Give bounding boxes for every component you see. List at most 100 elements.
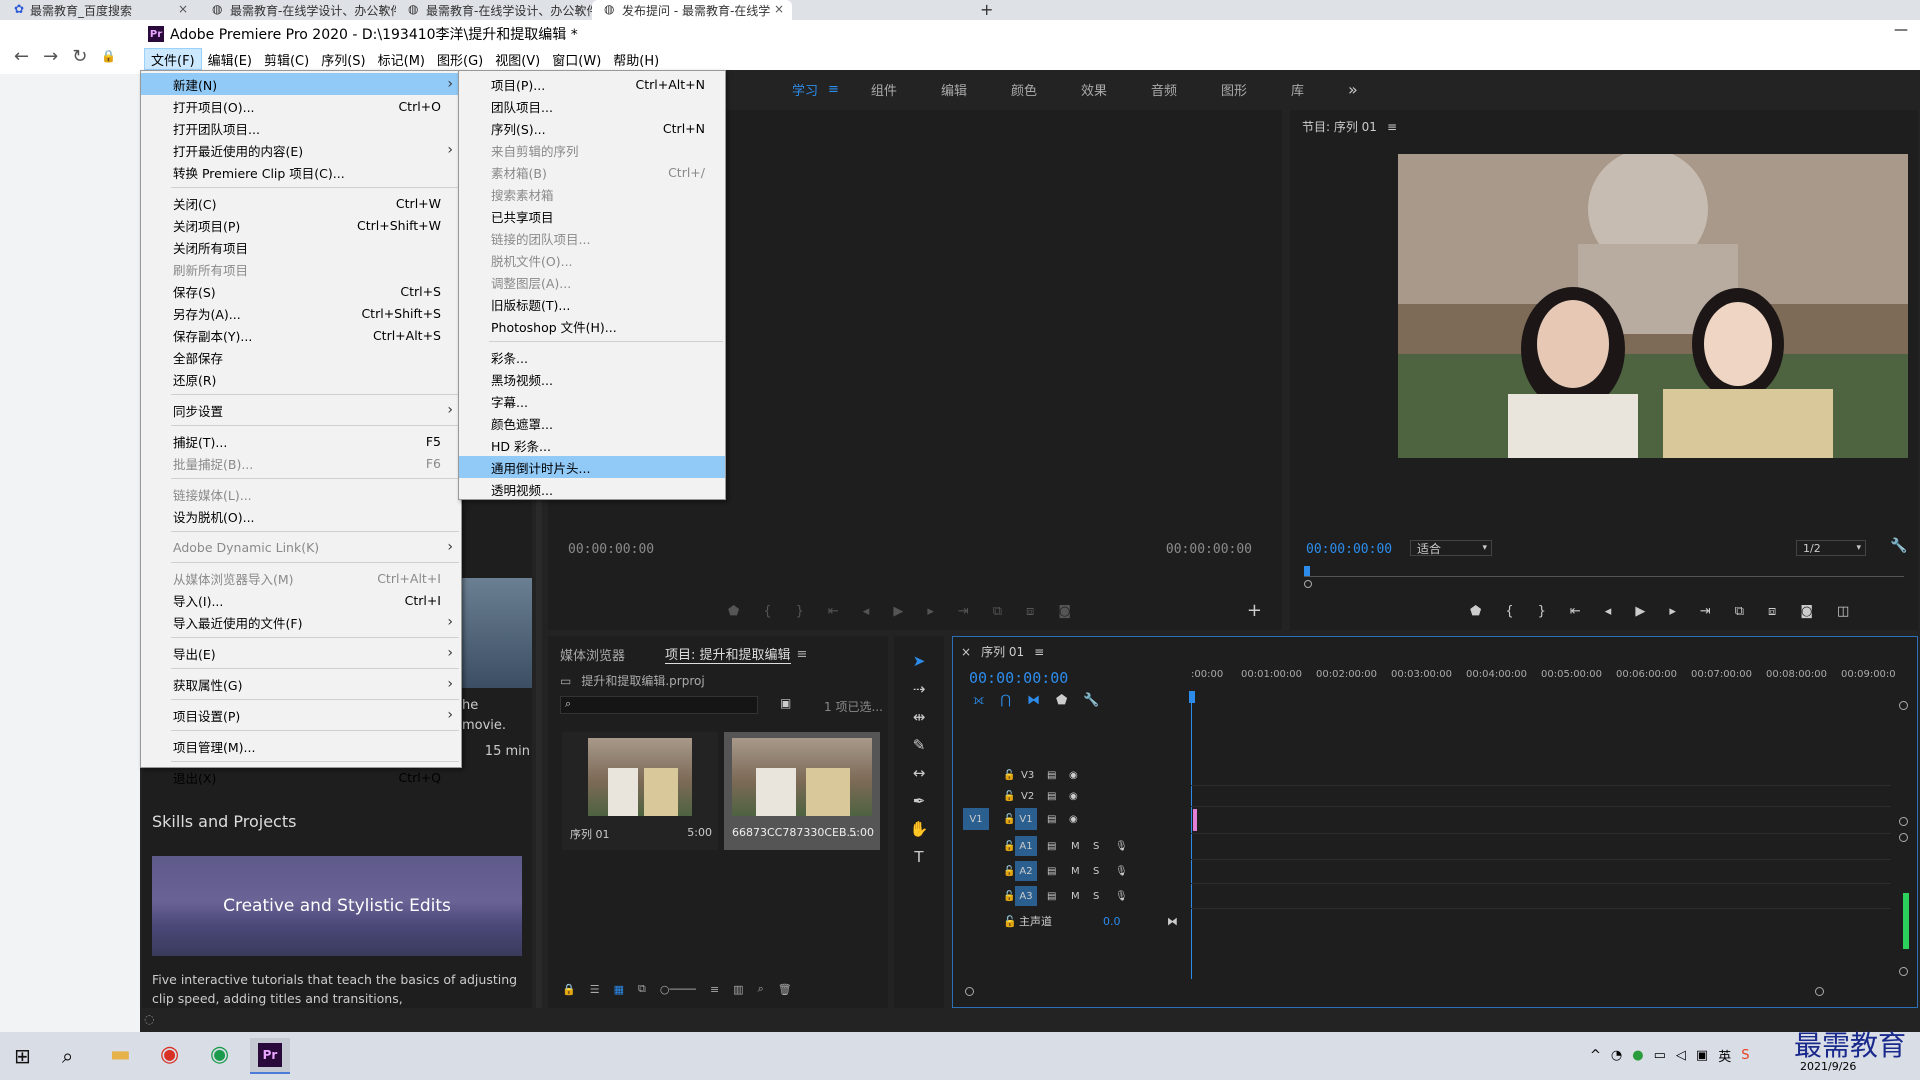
fit-dropdown[interactable]: 适合 ▾ <box>1410 540 1492 556</box>
file_menu-item[interactable]: 导出(E) › <box>141 642 461 664</box>
panel-menu-icon[interactable]: ≡ <box>1034 645 1044 659</box>
razor-tool-icon[interactable]: ✎ <box>913 736 926 754</box>
forward-icon[interactable]: → <box>43 46 58 67</box>
notification-icon[interactable]: ◔ <box>1611 1048 1622 1063</box>
file_menu-item[interactable]: 获取属性(G) › <box>141 673 461 695</box>
mute-button[interactable]: M <box>1071 866 1080 877</box>
workspace-libraries[interactable]: 库 <box>1291 80 1304 99</box>
track-select-tool-icon[interactable]: ⇢ <box>913 680 926 698</box>
wrench-icon[interactable]: 🔧 <box>1890 538 1907 554</box>
sync-icon[interactable]: ▤ <box>1047 791 1056 802</box>
file_menu-item[interactable]: 关闭(C) Ctrl+W <box>141 192 461 214</box>
premiere-taskbar-button[interactable]: Pr <box>250 1038 290 1074</box>
add-button-icon[interactable]: + <box>1247 600 1262 621</box>
workspace-graphics[interactable]: 图形 <box>1221 80 1247 99</box>
settings-wrench-icon[interactable]: 🔧 <box>1083 693 1099 708</box>
reload-icon[interactable]: ↻ <box>72 46 87 67</box>
file_menu-item[interactable]: 同步设置 › <box>141 399 461 421</box>
workspace-color[interactable]: 颜色 <box>1011 80 1037 99</box>
go-to-in-icon[interactable]: ⇤ <box>1570 604 1581 619</box>
file_menu-item[interactable]: 打开项目(O)... Ctrl+O <box>141 95 461 117</box>
mic-icon[interactable]: 🎙 <box>1115 891 1128 902</box>
file_menu-item[interactable]: 转换 Premiere Clip 项目(C)... <box>141 161 461 183</box>
step-back-icon[interactable]: ◂ <box>1605 604 1612 619</box>
go-to-out-icon[interactable]: ⇥ <box>958 604 969 619</box>
track-label[interactable]: A1 <box>1015 836 1037 856</box>
go-to-out-icon[interactable]: ⇥ <box>1700 604 1711 619</box>
file-explorer-icon[interactable]: ▬ <box>110 1042 131 1067</box>
linked-selection-icon[interactable]: ⧓ <box>1027 693 1040 708</box>
timeline-tab[interactable]: 序列 01 <box>981 643 1024 660</box>
close-icon[interactable]: × <box>961 645 971 659</box>
windows-start-icon[interactable]: ⊞ <box>14 1044 31 1068</box>
slip-tool-icon[interactable]: ↔ <box>913 764 926 782</box>
marker-icon[interactable]: ⬟ <box>1470 604 1481 619</box>
project-item[interactable]: 序列 01 5:00 <box>562 732 718 850</box>
timeline-horizontal-scrollbar[interactable] <box>965 987 1825 997</box>
track-label[interactable]: V1 <box>1015 808 1037 830</box>
menu-clip[interactable]: 剪辑(C) <box>258 48 315 70</box>
menu-edit[interactable]: 编辑(E) <box>202 48 258 70</box>
menu-file[interactable]: 文件(F) <box>144 48 202 70</box>
lock-icon[interactable]: 🔓 <box>1003 791 1015 802</box>
file_menu-item[interactable]: 全部保存 <box>141 346 461 368</box>
back-icon[interactable]: ← <box>14 46 29 67</box>
close-icon[interactable]: × <box>178 2 188 16</box>
new_submenu-item[interactable]: 彩条... <box>459 346 725 368</box>
freeform-view-icon[interactable]: ⧉ <box>638 982 646 996</box>
play-icon[interactable]: ▶ <box>893 604 903 619</box>
file_menu-item[interactable]: 保存(S) Ctrl+S <box>141 280 461 302</box>
mark-out-icon[interactable]: } <box>796 604 804 619</box>
find-icon[interactable]: ⌕ <box>758 982 764 996</box>
file_menu-item[interactable]: 还原(R) <box>141 368 461 390</box>
program-monitor-title[interactable]: 节目: 序列 01 <box>1302 118 1377 135</box>
add-marker-icon[interactable]: ⬟ <box>1056 693 1067 708</box>
menu-window[interactable]: 窗口(W) <box>546 48 607 70</box>
browser-tab-active[interactable]: ◍ 发布提问 - 最需教育-在线学 × <box>592 0 792 20</box>
panel-menu-icon[interactable]: ≡ <box>1387 120 1397 134</box>
sync-icon[interactable]: ▤ <box>1047 891 1056 902</box>
solo-button[interactable]: S <box>1093 841 1099 852</box>
new_submenu-item[interactable]: 旧版标题(T)... <box>459 293 725 315</box>
file_menu-item[interactable]: 项目设置(P) › <box>141 704 461 726</box>
sync-icon[interactable]: ▤ <box>1047 866 1056 877</box>
workspace-overflow-icon[interactable]: » <box>1348 80 1358 99</box>
tab-project[interactable]: 项目: 提升和提取编辑 <box>665 644 791 664</box>
file_menu-item[interactable]: 设为脱机(O)... <box>141 505 461 527</box>
mute-button[interactable]: M <box>1071 891 1080 902</box>
mic-icon[interactable]: 🎙 <box>1115 866 1128 877</box>
new_submenu-item[interactable]: 项目(P)... Ctrl+Alt+N <box>459 73 725 95</box>
tutorial-card[interactable]: Creative and Stylistic Edits <box>152 856 522 956</box>
eye-icon[interactable]: ◉ <box>1069 791 1078 802</box>
go-to-in-icon[interactable]: ⇤ <box>828 604 839 619</box>
snap-icon[interactable]: ⋂ <box>1000 693 1011 708</box>
step-back-icon[interactable]: ◂ <box>863 604 870 619</box>
mark-out-icon[interactable]: } <box>1538 604 1546 619</box>
type-tool-icon[interactable]: T <box>914 848 923 866</box>
security-icon[interactable]: ● <box>1632 1048 1643 1063</box>
bowtie-icon[interactable]: ⧓ <box>1167 915 1178 928</box>
automate-icon[interactable]: ▥ <box>733 983 743 996</box>
marker-icon[interactable]: ⬟ <box>728 604 739 619</box>
file_menu-item[interactable]: 关闭项目(P) Ctrl+Shift+W <box>141 214 461 236</box>
trash-icon[interactable]: 🗑 <box>778 983 792 996</box>
step-forward-icon[interactable]: ▸ <box>927 604 934 619</box>
browser-icon[interactable]: ◉ <box>210 1042 229 1067</box>
menu-sequence[interactable]: 序列(S) <box>315 48 371 70</box>
new_submenu-item[interactable]: HD 彩条... <box>459 434 725 456</box>
compare-icon[interactable]: ◫ <box>1837 604 1849 619</box>
timeline-timecode[interactable]: 00:00:00:00 <box>969 669 1068 687</box>
project-item-selected[interactable]: 66873CC787330CEB... 5:00 <box>724 732 880 850</box>
overwrite-icon[interactable]: ⧈ <box>1026 604 1034 619</box>
menu-help[interactable]: 帮助(H) <box>607 48 665 70</box>
file_menu-item[interactable]: 导入最近使用的文件(F) › <box>141 611 461 633</box>
sort-icon[interactable]: ≡ <box>710 983 719 996</box>
new_submenu-item[interactable]: 透明视频... <box>459 478 725 500</box>
lock-icon[interactable]: 🔓 <box>1003 866 1015 877</box>
hand-tool-icon[interactable]: ✋ <box>910 820 929 838</box>
pen-tool-icon[interactable]: ✒ <box>913 792 926 810</box>
lock-icon[interactable]: 🔓 <box>1003 814 1015 825</box>
mark-in-icon[interactable]: { <box>763 604 771 619</box>
network-icon[interactable]: ▭ <box>1654 1048 1666 1063</box>
new_submenu-item[interactable]: Photoshop 文件(H)... <box>459 315 725 337</box>
